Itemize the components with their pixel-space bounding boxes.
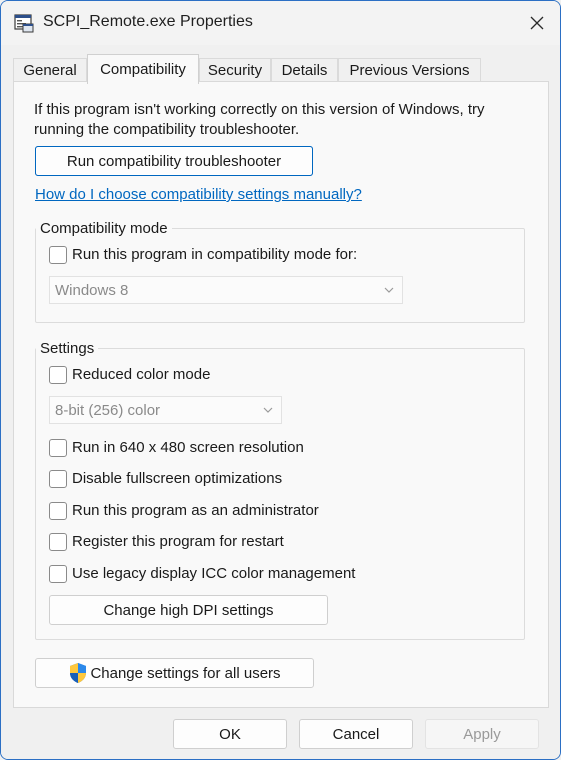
change-settings-all-users-button[interactable]: Change settings for all users (35, 658, 314, 688)
manual-settings-link[interactable]: How do I choose compatibility settings m… (35, 186, 362, 203)
apply-button[interactable]: Apply (425, 719, 539, 749)
uac-shield-icon (70, 663, 87, 683)
compatibility-mode-checkbox[interactable] (49, 246, 67, 264)
tab-details[interactable]: Details (271, 58, 338, 82)
settings-label: Settings (36, 340, 99, 357)
legacy-icc-label: Use legacy display ICC color management (72, 565, 356, 582)
os-version-select[interactable]: Windows 8 (49, 276, 403, 304)
application-window-icon (14, 14, 34, 33)
close-button[interactable] (513, 1, 560, 45)
compatibility-mode-label: Compatibility mode (36, 220, 172, 237)
register-restart-checkbox[interactable] (49, 533, 67, 551)
color-depth-select[interactable]: 8-bit (256) color (49, 396, 282, 424)
compatibility-mode-checkbox-label: Run this program in compatibility mode f… (72, 246, 358, 263)
dialog-button-bar: OK Cancel Apply (1, 708, 560, 759)
tab-security[interactable]: Security (199, 58, 271, 82)
chevron-down-icon (263, 407, 273, 413)
reduced-color-label: Reduced color mode (72, 366, 211, 383)
ok-button[interactable]: OK (173, 719, 287, 749)
run-as-admin-label: Run this program as an administrator (72, 502, 319, 519)
cancel-button[interactable]: Cancel (299, 719, 413, 749)
disable-fullscreen-optimizations-checkbox[interactable] (49, 470, 67, 488)
resolution-640x480-checkbox[interactable] (49, 439, 67, 457)
run-as-admin-checkbox[interactable] (49, 502, 67, 520)
compatibility-panel: If this program isn't working correctly … (13, 81, 549, 708)
register-restart-label: Register this program for restart (72, 533, 284, 550)
title-bar: SCPI_Remote.exe Properties (1, 1, 560, 45)
close-icon (530, 16, 543, 30)
legacy-icc-checkbox[interactable] (49, 565, 67, 583)
run-troubleshooter-button[interactable]: Run compatibility troubleshooter (35, 146, 313, 176)
tab-previous-versions[interactable]: Previous Versions (338, 58, 481, 82)
tab-compatibility[interactable]: Compatibility (87, 54, 199, 84)
properties-dialog: SCPI_Remote.exe Properties General Compa… (0, 0, 561, 760)
disable-fullscreen-optimizations-label: Disable fullscreen optimizations (72, 470, 283, 487)
tab-general[interactable]: General (13, 58, 87, 82)
change-high-dpi-button[interactable]: Change high DPI settings (49, 595, 328, 625)
resolution-640x480-label: Run in 640 x 480 screen resolution (72, 439, 304, 456)
troubleshooter-description: If this program isn't working correctly … (34, 101, 485, 138)
reduced-color-checkbox[interactable] (49, 366, 67, 384)
chevron-down-icon (384, 287, 394, 293)
window-title: SCPI_Remote.exe Properties (43, 13, 253, 30)
